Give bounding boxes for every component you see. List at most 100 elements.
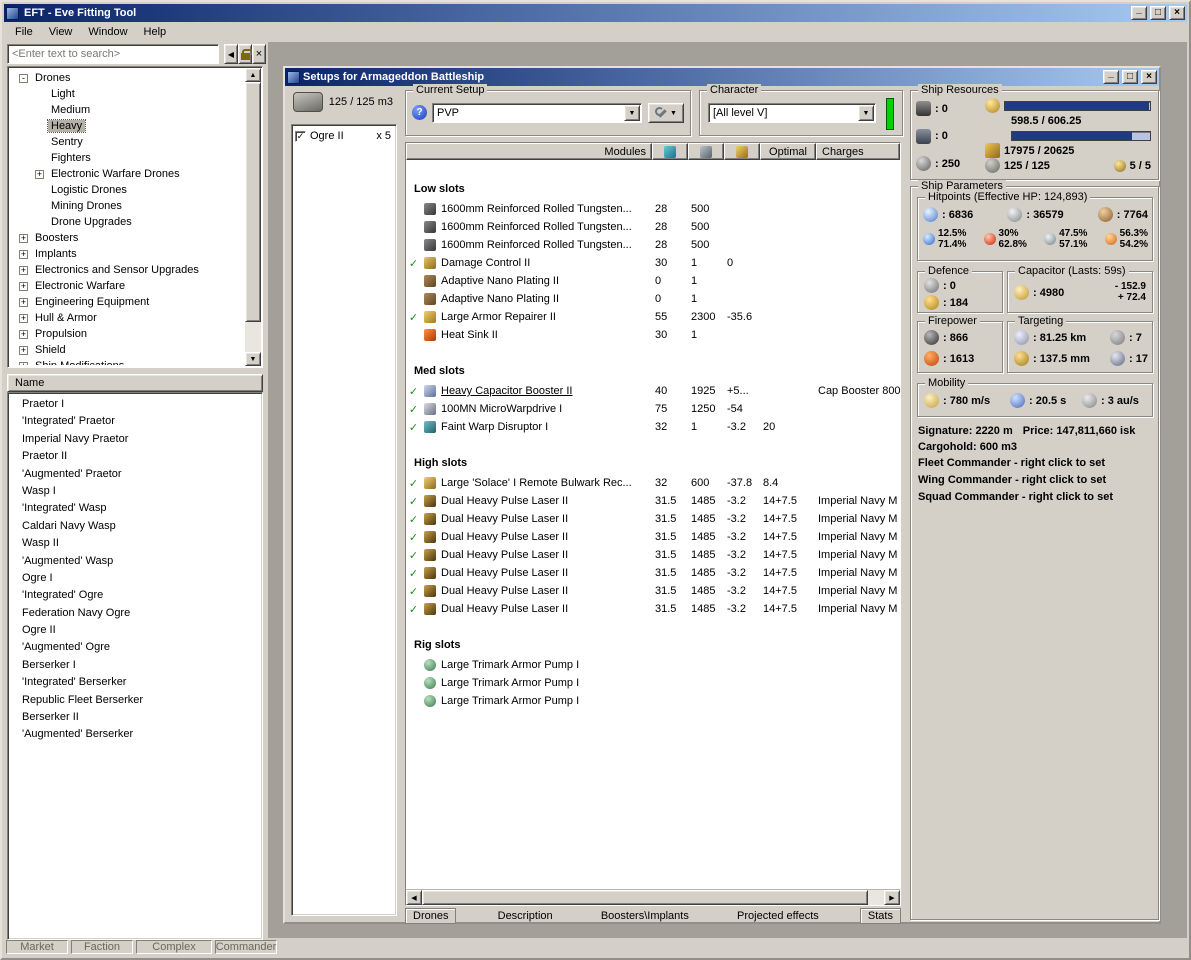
name-list-item[interactable]: Caldari Navy Wasp [8,518,262,535]
wing-commander-slot[interactable]: Wing Commander - right click to set [918,474,1153,486]
scroll-left-icon[interactable]: ◀ [406,890,422,905]
tree-item[interactable]: Light [11,86,243,102]
name-list-item[interactable]: Federation Navy Ogre [8,605,262,622]
tree-item[interactable]: + Engineering Equipment [11,294,243,310]
module-row[interactable]: 1600mm Reinforced Rolled Tungsten... 28 … [406,236,900,254]
tree-item[interactable]: + Implants [11,246,243,262]
charges-column-header[interactable]: Charges [816,143,900,160]
module-row[interactable]: Dual Heavy Pulse Laser II 31.5 1485 -3.2… [406,528,900,546]
drone-checkbox[interactable] [295,131,306,142]
optimal-column-header[interactable]: Optimal [760,143,816,160]
menu-item[interactable]: View [41,23,81,41]
setup-tools-button[interactable]: ▼ [648,103,684,123]
menu-item[interactable]: File [7,23,41,41]
module-row[interactable]: Large Trimark Armor Pump I [406,674,900,692]
scroll-right-icon[interactable]: ▶ [884,890,900,905]
module-row[interactable]: Adaptive Nano Plating II 0 1 [406,272,900,290]
name-list-item[interactable]: 'Augmented' Wasp [8,553,262,570]
scroll-up-icon[interactable]: ▲ [245,68,261,82]
name-list-item[interactable]: 'Augmented' Praetor [8,466,262,483]
tree-expander-icon[interactable]: - [19,74,28,83]
horizontal-scrollbar[interactable]: ◀ ▶ [406,889,900,905]
tree-item[interactable]: + Shield [11,342,243,358]
powergrid-column-header[interactable] [688,143,724,160]
tree-item[interactable]: Heavy [11,118,243,134]
tree-item[interactable]: + Propulsion [11,326,243,342]
tree-item[interactable]: + Electronics and Sensor Upgrades [11,262,243,278]
tree-item[interactable]: Sentry [11,134,243,150]
tree-expander-icon[interactable]: + [19,250,28,259]
tree-expander-icon[interactable]: + [19,266,28,275]
name-list-item[interactable]: Imperial Navy Praetor [8,431,262,448]
module-row[interactable]: 100MN MicroWarpdrive I 75 1250 -54 [406,400,900,418]
tree-item[interactable]: + Boosters [11,230,243,246]
module-row[interactable]: Dual Heavy Pulse Laser II 31.5 1485 -3.2… [406,492,900,510]
tree-item[interactable]: Drone Upgrades [11,214,243,230]
help-icon[interactable]: ? [412,105,427,120]
status-panel[interactable]: Commander [215,940,277,954]
tree-expander-icon[interactable]: + [19,346,28,355]
tree-item[interactable]: Fighters [11,150,243,166]
module-row[interactable]: Dual Heavy Pulse Laser II 31.5 1485 -3.2… [406,510,900,528]
tree-item[interactable]: + Hull & Armor [11,310,243,326]
module-row[interactable]: Dual Heavy Pulse Laser II 31.5 1485 -3.2… [406,546,900,564]
back-arrow-button[interactable]: ◀ [224,44,238,64]
module-row[interactable]: Large 'Solace' I Remote Bulwark Rec... 3… [406,474,900,492]
tree-expander-icon[interactable]: + [19,330,28,339]
bottom-tab[interactable]: Description [491,909,560,923]
setup-close-button[interactable]: × [1141,70,1157,84]
name-list-item[interactable]: 'Integrated' Praetor [8,413,262,430]
name-list-item[interactable]: 'Integrated' Berserker [8,674,262,691]
tree-scrollbar[interactable]: ▲ ▼ [245,68,261,366]
name-list-item[interactable]: Wasp I [8,483,262,500]
tree-item[interactable]: Medium [11,102,243,118]
clear-search-button[interactable]: × [252,44,266,64]
tree-expander-icon[interactable]: + [19,362,28,366]
module-row[interactable]: 1600mm Reinforced Rolled Tungsten... 28 … [406,218,900,236]
module-row[interactable]: Heavy Capacitor Booster II 40 1925 +5...… [406,382,900,400]
cpu-column-header[interactable] [652,143,688,160]
chevron-down-icon[interactable]: ▼ [858,105,874,121]
fleet-commander-slot[interactable]: Fleet Commander - right click to set [918,457,1153,469]
main-titlebar[interactable]: EFT - Eve Fitting Tool _ □ × [4,4,1187,22]
name-list-item[interactable]: Wasp II [8,535,262,552]
setup-combobox[interactable]: PVP ▼ [432,103,642,123]
chevron-down-icon[interactable]: ▼ [624,105,640,121]
minimize-button[interactable]: _ [1131,6,1147,20]
tree-expander-icon[interactable]: + [19,282,28,291]
status-panel[interactable]: Complex [136,940,212,954]
search-input[interactable] [7,44,219,64]
scroll-down-icon[interactable]: ▼ [245,352,261,366]
module-row[interactable]: Dual Heavy Pulse Laser II 31.5 1485 -3.2… [406,564,900,582]
name-list-item[interactable]: 'Augmented' Berserker [8,726,262,743]
tree-expander-icon[interactable]: + [35,170,44,179]
close-button[interactable]: × [1169,6,1185,20]
tree-item[interactable]: + Ship Modifications [11,358,243,365]
drone-bay-item[interactable]: Ogre II x 5 [295,128,393,144]
tree-item[interactable]: + Electronic Warfare Drones [11,166,243,182]
name-list-item[interactable]: Berserker II [8,709,262,726]
bottom-tab[interactable]: Projected effects [730,909,826,923]
setup-minimize-button[interactable]: _ [1103,70,1119,84]
menu-item[interactable]: Window [80,23,135,41]
tree-item[interactable]: + Electronic Warfare [11,278,243,294]
name-list-item[interactable]: Ogre II [8,622,262,639]
name-list-item[interactable]: Praetor I [8,396,262,413]
module-row[interactable]: 1600mm Reinforced Rolled Tungsten... 28 … [406,200,900,218]
bottom-tab[interactable]: Stats [860,908,901,924]
modules-column-header[interactable]: Modules [406,143,652,160]
tree-item[interactable]: Logistic Drones [11,182,243,198]
module-row[interactable]: Damage Control II 30 1 0 [406,254,900,272]
scrollbar-thumb[interactable] [422,890,868,905]
module-row[interactable]: Adaptive Nano Plating II 0 1 [406,290,900,308]
module-row[interactable]: Heat Sink II 30 1 [406,326,900,344]
tree-expander-icon[interactable]: + [19,298,28,307]
name-list-item[interactable]: 'Integrated' Ogre [8,587,262,604]
name-column-header[interactable]: Name [7,374,263,392]
module-row[interactable]: Faint Warp Disruptor I 32 1 -3.2 20 [406,418,900,436]
module-row[interactable]: Large Armor Repairer II 55 2300 -35.6 [406,308,900,326]
name-list-item[interactable]: Berserker I [8,657,262,674]
tree-expander-icon[interactable]: + [19,314,28,323]
bottom-tab[interactable]: Drones [405,908,456,924]
menu-item[interactable]: Help [136,23,175,41]
